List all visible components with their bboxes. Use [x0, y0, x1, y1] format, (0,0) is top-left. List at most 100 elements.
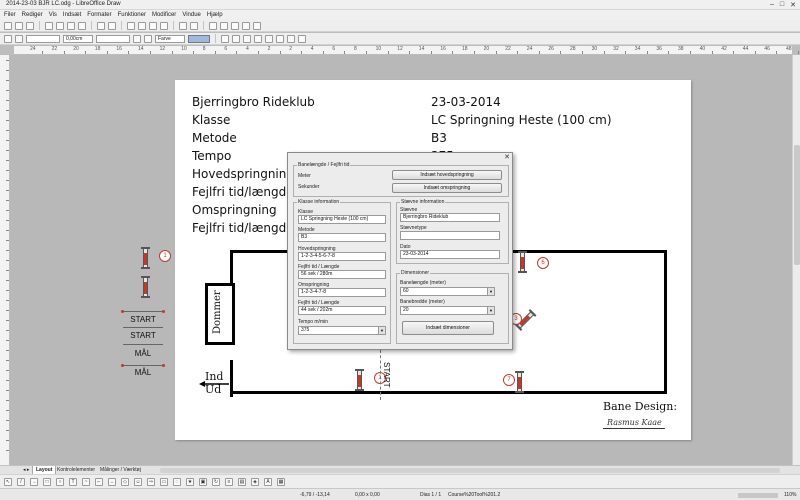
block-arrows-icon[interactable]: ⇒ — [147, 477, 155, 486]
fence-number-7[interactable]: 7 — [503, 374, 515, 386]
chevron-down-icon[interactable]: ▼ — [378, 327, 385, 334]
autospell-icon[interactable] — [108, 21, 116, 30]
zoom-pan-icon[interactable] — [242, 21, 250, 30]
rotate-tool-icon[interactable]: ↻ — [212, 477, 220, 486]
connector-icon[interactable]: ⌐ — [95, 477, 103, 486]
tempo-label[interactable]: Tempo — [192, 149, 231, 163]
select-icon[interactable]: ↖ — [4, 477, 12, 486]
legend-fence-vertical[interactable] — [141, 247, 150, 269]
fence-7[interactable] — [515, 371, 524, 393]
ungroup-icon[interactable] — [287, 34, 295, 43]
curve-icon[interactable]: ~ — [82, 477, 90, 486]
class-value[interactable]: LC Springning Heste (100 cm) — [431, 113, 612, 127]
line-icon[interactable] — [4, 34, 12, 43]
jumpoff-field[interactable]: 1-2-3-4-7-8 — [298, 288, 386, 297]
help-icon[interactable] — [253, 21, 261, 30]
fence-number-6[interactable]: 6 — [537, 257, 549, 269]
paste-icon[interactable] — [149, 21, 157, 30]
menu-indsaet[interactable]: Indsæt — [63, 12, 81, 18]
class-field[interactable]: LC Springning Heste (100 cm) — [298, 215, 386, 224]
arrow-line-icon[interactable]: → — [30, 477, 38, 486]
course-tool-dialog[interactable]: ✕ Banelængde / Fejlfri tid Meter Sekunde… — [287, 152, 513, 350]
vertical-ruler[interactable] — [0, 55, 10, 465]
email-icon[interactable] — [45, 21, 53, 30]
menu-vindue[interactable]: Vindue — [182, 12, 201, 18]
text-icon[interactable]: T — [69, 477, 77, 486]
extrusion-icon[interactable]: ◈ — [251, 477, 259, 486]
group-icon[interactable] — [276, 34, 284, 43]
arrange-tool-icon[interactable]: ▤ — [238, 477, 246, 486]
method-value[interactable]: B3 — [431, 131, 447, 145]
main-jumping-label[interactable]: Hovedspringning — [192, 167, 294, 181]
fence-6[interactable] — [518, 251, 527, 273]
legend-oxer[interactable] — [141, 276, 150, 298]
arrange-icon[interactable] — [243, 34, 251, 43]
print-icon[interactable] — [78, 21, 86, 30]
zoom-slider[interactable] — [738, 493, 778, 498]
line-width-field[interactable]: 0,00cm — [63, 34, 93, 43]
insert-dimensions-button[interactable]: Indsæt dimensioner — [402, 321, 494, 335]
start-label-arena[interactable]: START — [382, 362, 391, 387]
method-field[interactable]: B3 — [298, 233, 386, 242]
stars-icon[interactable]: ★ — [186, 477, 194, 486]
jumpoff-time-field[interactable]: 44 sek / 202m — [298, 306, 386, 315]
arena-length-select[interactable]: 60 ▼ — [400, 287, 495, 296]
horizontal-scrollbar[interactable] — [160, 468, 780, 473]
jumpoff-time-label[interactable]: Fejlfri tid/længde — [192, 221, 294, 235]
menu-modificer[interactable]: Modificer — [152, 12, 176, 18]
event-field[interactable]: Bjerringbro Rideklub — [400, 213, 500, 222]
date-field[interactable]: 23-03-2014 — [400, 250, 500, 259]
image-icon[interactable]: ▦ — [277, 477, 285, 486]
scrollbar-thumb[interactable] — [794, 145, 800, 265]
class-label[interactable]: Klasse — [192, 113, 230, 127]
legend-start[interactable]: START — [123, 315, 163, 324]
menu-hjaelp[interactable]: Hjælp — [207, 12, 223, 18]
ellipse-icon[interactable]: ○ — [56, 477, 64, 486]
arena-width-select[interactable]: 20 ▼ — [400, 306, 495, 315]
insert-main-jumping-button[interactable]: Indsæt hovedspringning — [392, 170, 502, 180]
undo-icon[interactable] — [179, 21, 187, 30]
club-name[interactable]: Bjerringbro Rideklub — [192, 95, 315, 109]
event-type-field[interactable] — [400, 231, 500, 240]
align-tool-icon[interactable]: ≡ — [225, 477, 233, 486]
menu-funktioner[interactable]: Funktioner — [118, 12, 146, 18]
minimize-button[interactable]: – — [770, 1, 774, 9]
redo-icon[interactable] — [190, 21, 198, 30]
points-icon[interactable] — [298, 34, 306, 43]
judge-box[interactable]: Dommer — [205, 283, 235, 345]
menu-formater[interactable]: Formater — [87, 12, 111, 18]
jumpoff-label[interactable]: Omspringning — [192, 203, 277, 217]
lines-arrows-icon[interactable]: ↔ — [108, 477, 116, 486]
menu-vis[interactable]: Vis — [49, 12, 57, 18]
symbol-shapes-icon[interactable]: ☺ — [134, 477, 142, 486]
dialog-close-icon[interactable]: ✕ — [504, 153, 510, 161]
new-icon[interactable] — [4, 21, 12, 30]
main-jumping-field[interactable]: 1-2-3-4-5-6-7-8 — [298, 252, 386, 261]
chevron-down-icon[interactable]: ▼ — [487, 288, 494, 295]
area-icon[interactable] — [133, 34, 141, 43]
spellcheck-icon[interactable] — [97, 21, 105, 30]
copy-icon[interactable] — [138, 21, 146, 30]
save-icon[interactable] — [26, 21, 34, 30]
legend-maal-2[interactable]: MÅL — [123, 368, 163, 377]
send-back-icon[interactable] — [265, 34, 273, 43]
insert-jumpoff-button[interactable]: Indsæt omspringning — [392, 183, 502, 193]
line-color-select[interactable] — [96, 34, 130, 43]
menu-filer[interactable]: Filer — [4, 12, 16, 18]
tempo-select[interactable]: 375 ▼ — [298, 326, 386, 335]
3d-objects-icon[interactable]: ▣ — [199, 477, 207, 486]
horizontal-ruler[interactable]: 24 22 20 18 16 14 12 10 8 6 4 2 2 4 6 8 10 12 14 16 18 20 22 24… — [14, 46, 799, 55]
event-date[interactable]: 23-03-2014 — [431, 95, 501, 109]
bring-front-icon[interactable] — [254, 34, 262, 43]
flowchart-icon[interactable]: ▭ — [160, 477, 168, 486]
area-color-select[interactable] — [188, 34, 210, 43]
legend-start-2[interactable]: START — [123, 331, 163, 340]
entrance-arrow[interactable] — [199, 380, 231, 388]
start-line[interactable] — [380, 350, 381, 400]
clear-time-field[interactable]: 56 sek / 280m — [298, 270, 386, 279]
edit-file-icon[interactable] — [56, 21, 64, 30]
method-label[interactable]: Metode — [192, 131, 237, 145]
legend-number-circle[interactable]: 1 — [159, 250, 171, 262]
legend-maal[interactable]: MÅL — [123, 349, 163, 358]
shadow-icon[interactable] — [144, 34, 152, 43]
